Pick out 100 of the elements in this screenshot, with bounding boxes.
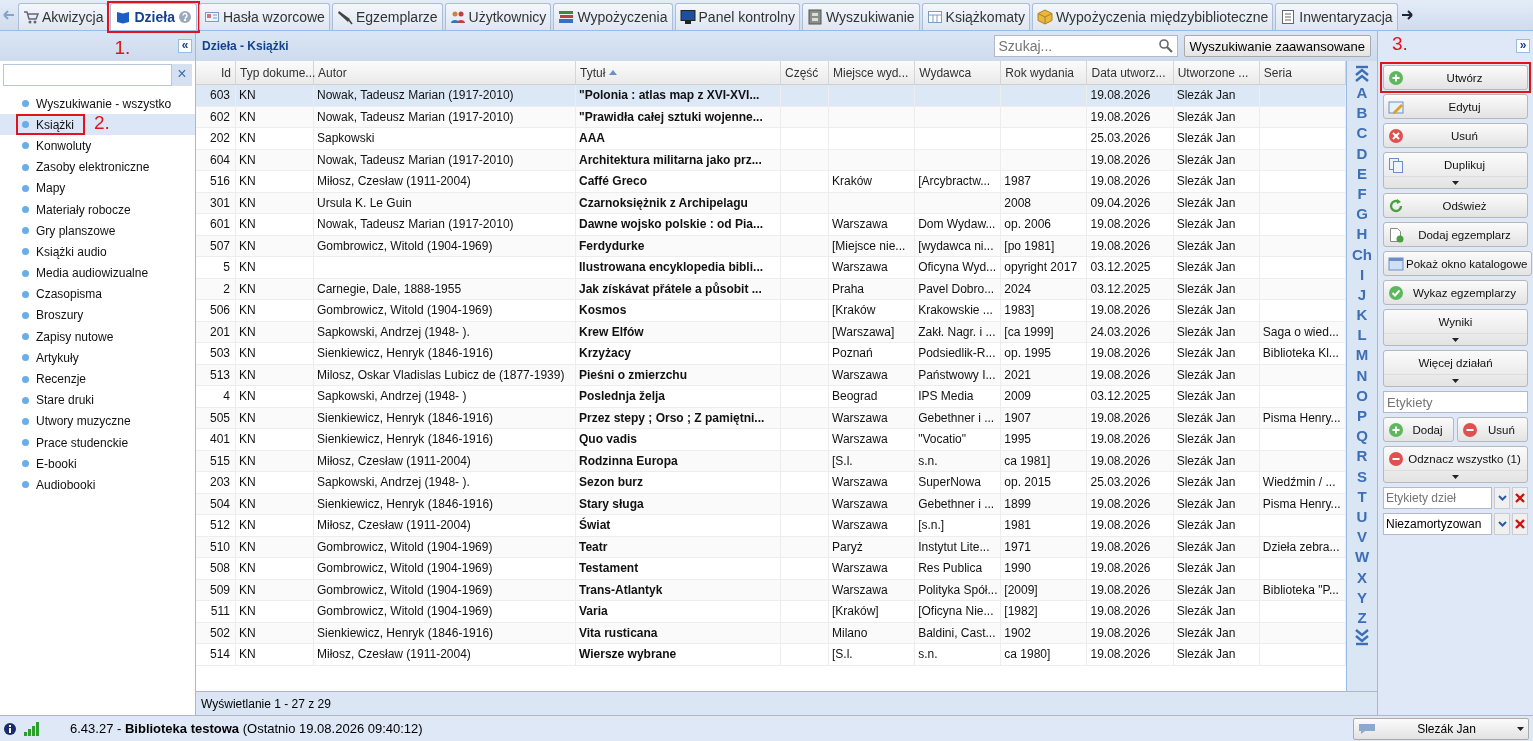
column-header[interactable]: Tytuł	[576, 61, 781, 84]
tab[interactable]: Egzemplarze	[331, 3, 443, 30]
filter-field[interactable]	[3, 64, 172, 86]
tab[interactable]: Wypożyczenia	[553, 3, 673, 30]
column-header[interactable]: Część	[781, 61, 829, 84]
table-row[interactable]: 516 KN Miłosz, Czesław (1911-2004) Caffé Greco Kraków [Arcybractw... 1987 19.08.2026 Slezák Jan	[196, 171, 1346, 193]
tab[interactable]: Inwentaryzacja	[1275, 3, 1398, 30]
expand-button[interactable]: »	[1516, 39, 1530, 53]
menu-button[interactable]: Duplikuj	[1383, 152, 1528, 189]
index-letter[interactable]: O	[1356, 385, 1368, 406]
index-letter[interactable]: T	[1357, 486, 1367, 507]
column-header[interactable]: Miejsce wyd...	[829, 61, 916, 84]
table-row[interactable]: 601 KN Nowak, Tadeusz Marian (1917-2010) Dawne wojsko polskie : od Pia... Warszawa Dom Wydaw... op. 2006 19.08.2026 Slezák Jan	[196, 214, 1346, 236]
column-header[interactable]: Seria	[1259, 61, 1346, 84]
right-arrow-icon[interactable]	[1399, 8, 1414, 22]
labels-field[interactable]: Etykiety	[1383, 391, 1528, 413]
sidebar-item[interactable]: Konwoluty	[0, 135, 195, 157]
table-row[interactable]: 604 KN Nowak, Tadeusz Marian (1917-2010) Architektura militarna jako prz... 19.08.2026 Slezák Jan	[196, 149, 1346, 171]
table-row[interactable]: 506 KN Gombrowicz, Witold (1904-1969) Kosmos [Kraków Krakowskie ... 1983] 19.08.2026 Slezák Jan	[196, 300, 1346, 322]
table-row[interactable]: 509 KN Gombrowicz, Witold (1904-1969) Trans-Atlantyk Warszawa Polityka Spół... [2009] 19.08.2026 Slezák Jan Biblioteka "P...	[196, 579, 1346, 601]
tab[interactable]: Hasła wzorcowe	[198, 3, 330, 30]
table-row[interactable]: 504 KN Sienkiewicz, Henryk (1846-1916) Stary sługa Warszawa Gebethner i ... 1899 19.08.2026 Slezák Jan Pisma Henry...	[196, 493, 1346, 515]
action-button[interactable]: Odśwież	[1383, 193, 1528, 218]
action-button[interactable]: Dodaj egzemplarz	[1383, 222, 1528, 247]
menu-button[interactable]: Odznacz wszystko (1)	[1383, 446, 1528, 483]
index-letter[interactable]: M	[1355, 345, 1369, 366]
index-letter[interactable]: J	[1357, 284, 1367, 306]
sidebar-item[interactable]: Gry planszowe	[0, 220, 195, 242]
table-row[interactable]: 2 KN Carnegie, Dale, 1888-1955 Jak získávat přátele a působit ... Praha Pavel Dobro... 2024 03.12.2025 Slezák Jan	[196, 278, 1346, 300]
action-button[interactable]: Dodaj	[1383, 417, 1454, 442]
sidebar-item[interactable]: Utwory muzyczne	[0, 410, 195, 432]
table-row[interactable]: 502 KN Sienkiewicz, Henryk (1846-1916) Vita rusticana Milano Baldini, Cast... 1902 19.08.2026 Slezák Jan	[196, 622, 1346, 644]
clear-button[interactable]: ×	[172, 64, 192, 86]
advanced-search-button[interactable]: Wyszukiwanie zaawansowane	[1183, 35, 1371, 57]
index-letter[interactable]: Z	[1357, 607, 1367, 629]
collapse-button[interactable]: «	[178, 39, 192, 53]
action-button[interactable]: Pokaż okno katalogowe	[1383, 251, 1533, 276]
column-header[interactable]: Id	[196, 61, 236, 84]
table-row[interactable]: 603 KN Nowak, Tadeusz Marian (1917-2010) "Polonia : atlas map z XVI-XVI... 19.08.2026 Slezák Jan	[196, 85, 1346, 107]
index-letter[interactable]: C	[1356, 123, 1368, 144]
column-header[interactable]: Typ dokume...	[236, 61, 314, 84]
table-row[interactable]: 514 KN Miłosz, Czesław (1911-2004) Wiersze wybrane [S.l. s.n. ca 1980] 19.08.2026 Slezák Jan	[196, 644, 1346, 666]
tab[interactable]: Panel kontrolny	[674, 3, 801, 30]
index-letter[interactable]: I	[1359, 264, 1365, 285]
action-button[interactable]: Usuń	[1383, 123, 1528, 148]
sidebar-item[interactable]: Zapisy nutowe	[0, 326, 195, 348]
table-row[interactable]: 515 KN Miłosz, Czesław (1911-2004) Rodzinna Europa [S.l. s.n. ca 1981] 19.08.2026 Slezák Jan	[196, 450, 1346, 472]
index-letter[interactable]: D	[1356, 143, 1368, 164]
table-row[interactable]: 203 KN Sapkowski, Andrzej (1948- ). Sezon burz Warszawa SuperNowa op. 2015 25.03.2026 Slezák Jan Wiedźmin / ...	[196, 472, 1346, 494]
column-header[interactable]: Wydawca	[915, 61, 1002, 84]
index-letter[interactable]: G	[1356, 204, 1368, 225]
sidebar-item[interactable]: Wyszukiwanie - wszystko	[0, 93, 195, 115]
double-chevron-down-icon[interactable]	[1354, 628, 1370, 647]
index-letter[interactable]: S	[1357, 466, 1367, 487]
index-letter[interactable]: A	[1356, 83, 1368, 104]
clear-button[interactable]	[1512, 487, 1528, 509]
sidebar-item[interactable]: Stare druki	[0, 389, 195, 411]
sidebar-item[interactable]: Prace studenckie	[0, 432, 195, 454]
tab[interactable]: Akwizycja	[18, 3, 109, 30]
table-row[interactable]: 503 KN Sienkiewicz, Henryk (1846-1916) Krzyżacy Poznań Podsiedlik-R... op. 1995 19.08.2026 Slezák Jan Biblioteka Kl...	[196, 343, 1346, 365]
sidebar-item[interactable]: Czasopisma	[0, 283, 195, 305]
action-button[interactable]: Wykaz egzemplarzy	[1383, 280, 1528, 305]
sidebar-item[interactable]: Audiobooki	[0, 474, 195, 496]
column-header[interactable]: Data utworz...	[1087, 61, 1174, 84]
index-letter[interactable]: N	[1356, 365, 1368, 386]
sidebar-item[interactable]: Artykuły	[0, 347, 195, 369]
table-row[interactable]: 508 KN Gombrowicz, Witold (1904-1969) Testament Warszawa Res Publica 1990 19.08.2026 Slezák Jan	[196, 558, 1346, 580]
sidebar-item[interactable]: Media audiowizualne	[0, 262, 195, 284]
table-row[interactable]: 301 KN Ursula K. Le Guin Czarnoksiężnik z Archipelagu 2008 09.04.2026 Slezák Jan	[196, 192, 1346, 214]
tab[interactable]: Użytkownicy	[444, 3, 552, 30]
sidebar-item[interactable]: E-booki	[0, 453, 195, 475]
action-button[interactable]: Utwórz	[1383, 65, 1528, 90]
table-row[interactable]: 512 KN Miłosz, Czesław (1911-2004) Świat Warszawa [s.n.] 1981 19.08.2026 Slezák Jan	[196, 515, 1346, 537]
table-row[interactable]: 5 KN Ilustrowana encyklopedia bibli... Warszawa Oficyna Wyd... opyright 2017 03.12.2025 Slezák Jan	[196, 257, 1346, 279]
sidebar-item[interactable]: Broszury	[0, 304, 195, 327]
user-menu-button[interactable]: Slezák Jan	[1353, 717, 1529, 740]
index-letter[interactable]: B	[1356, 103, 1368, 124]
index-letter[interactable]: K	[1356, 305, 1368, 326]
table-row[interactable]: 202 KN Sapkowski AAA 25.03.2026 Slezák Jan	[196, 128, 1346, 150]
sidebar-item[interactable]: Książki 2.	[0, 114, 195, 136]
table-row[interactable]: 505 KN Sienkiewicz, Henryk (1846-1916) Przez stepy ; Orso ; Z pamiętni... Warszawa Gebethner i ... 1907 19.08.2026 Slezák Jan Pisma Henry...	[196, 407, 1346, 429]
index-letter[interactable]: R	[1356, 446, 1368, 467]
index-letter[interactable]: Q	[1356, 426, 1368, 447]
index-letter[interactable]: W	[1354, 547, 1370, 568]
filter-field[interactable]: Etykiety dzieł	[1383, 487, 1492, 509]
tab[interactable]: Wyszukiwanie	[802, 3, 920, 30]
search-field[interactable]: Szukaj...	[993, 35, 1178, 57]
index-letter[interactable]: Y	[1357, 587, 1367, 608]
sidebar-item[interactable]: Materiały robocze	[0, 198, 195, 221]
menu-button[interactable]: Wyniki	[1383, 309, 1528, 346]
action-button[interactable]: Usuń	[1457, 417, 1528, 442]
sidebar-item[interactable]: Recenzje	[0, 368, 195, 390]
index-letter[interactable]: X	[1357, 567, 1367, 588]
table-row[interactable]: 507 KN Gombrowicz, Witold (1904-1969) Ferdydurke [Miejsce nie... [wydawca ni... [po 1981] 19.08.2026 Slezák Jan	[196, 235, 1346, 257]
tab[interactable]: Dzieła	[110, 3, 197, 30]
table-row[interactable]: 401 KN Sienkiewicz, Henryk (1846-1916) Quo vadis Warszawa "Vocatio" 1995 19.08.2026 Slezák Jan	[196, 429, 1346, 451]
tab[interactable]: Wypożyczenia międzybiblioteczne	[1031, 3, 1274, 30]
index-letter[interactable]: H	[1356, 224, 1368, 245]
column-header[interactable]: Rok wydania	[1001, 61, 1088, 84]
tab[interactable]: Książkomaty	[921, 3, 1030, 30]
